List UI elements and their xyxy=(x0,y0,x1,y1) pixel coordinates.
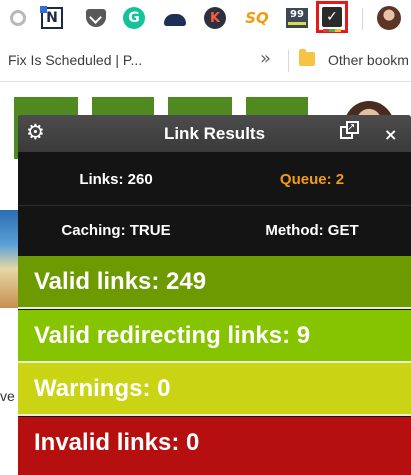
bar-divider xyxy=(18,307,411,309)
other-bookmarks[interactable]: Other bookm xyxy=(328,52,409,68)
bookmarks-divider xyxy=(288,50,289,72)
pocket-extension-icon[interactable] xyxy=(84,6,108,30)
grammarly-extension-icon[interactable]: G xyxy=(122,6,146,30)
k-extension-icon[interactable]: K xyxy=(203,6,227,30)
page-partial-text: ve xyxy=(0,388,15,404)
browser-toolbar: N G K SQ 99 ✓ xyxy=(0,0,411,38)
valid-links-bar[interactable]: Valid links: 249 xyxy=(18,256,411,307)
toolbar-divider xyxy=(362,8,363,30)
popout-icon[interactable]: ↗ xyxy=(340,121,360,141)
checkmark-icon: ✓ xyxy=(322,7,342,32)
stats-divider xyxy=(18,205,411,206)
page-photo xyxy=(0,210,18,308)
link-checker-extension-button[interactable]: ✓ xyxy=(316,1,348,33)
99-extension-icon[interactable]: 99 xyxy=(285,6,309,30)
bar-divider xyxy=(18,414,411,416)
grey-circle-extension-icon[interactable] xyxy=(6,6,30,30)
profile-avatar[interactable] xyxy=(377,6,401,30)
link-results-popup: ⚙ Link Results ↗ × Links: 260 Queue: 2 C… xyxy=(18,115,411,475)
bookmarks-bar: Fix Is Scheduled | P... » Other bookm xyxy=(0,38,411,82)
n-extension-icon[interactable]: N xyxy=(40,6,64,30)
cloud-extension-icon[interactable] xyxy=(163,6,187,30)
sq-extension-icon[interactable]: SQ xyxy=(242,6,272,30)
popup-header: ⚙ Link Results ↗ × xyxy=(18,115,411,152)
links-count: Links: 260 xyxy=(79,171,153,188)
invalid-links-bar[interactable]: Invalid links: 0 xyxy=(18,417,411,475)
caching-status: Caching: TRUE xyxy=(61,222,171,239)
queue-count: Queue: 2 xyxy=(279,171,345,188)
chevron-right-icon[interactable]: » xyxy=(260,48,271,69)
warnings-bar[interactable]: Warnings: 0 xyxy=(18,363,411,414)
bookmark-item[interactable]: Fix Is Scheduled | P... xyxy=(8,52,142,68)
close-icon[interactable]: × xyxy=(384,125,397,144)
stats-panel: Links: 260 Queue: 2 Caching: TRUE Method… xyxy=(18,152,411,256)
valid-redirecting-links-bar[interactable]: Valid redirecting links: 9 xyxy=(18,310,411,361)
folder-icon xyxy=(299,49,315,66)
method-status: Method: GET xyxy=(265,222,359,239)
